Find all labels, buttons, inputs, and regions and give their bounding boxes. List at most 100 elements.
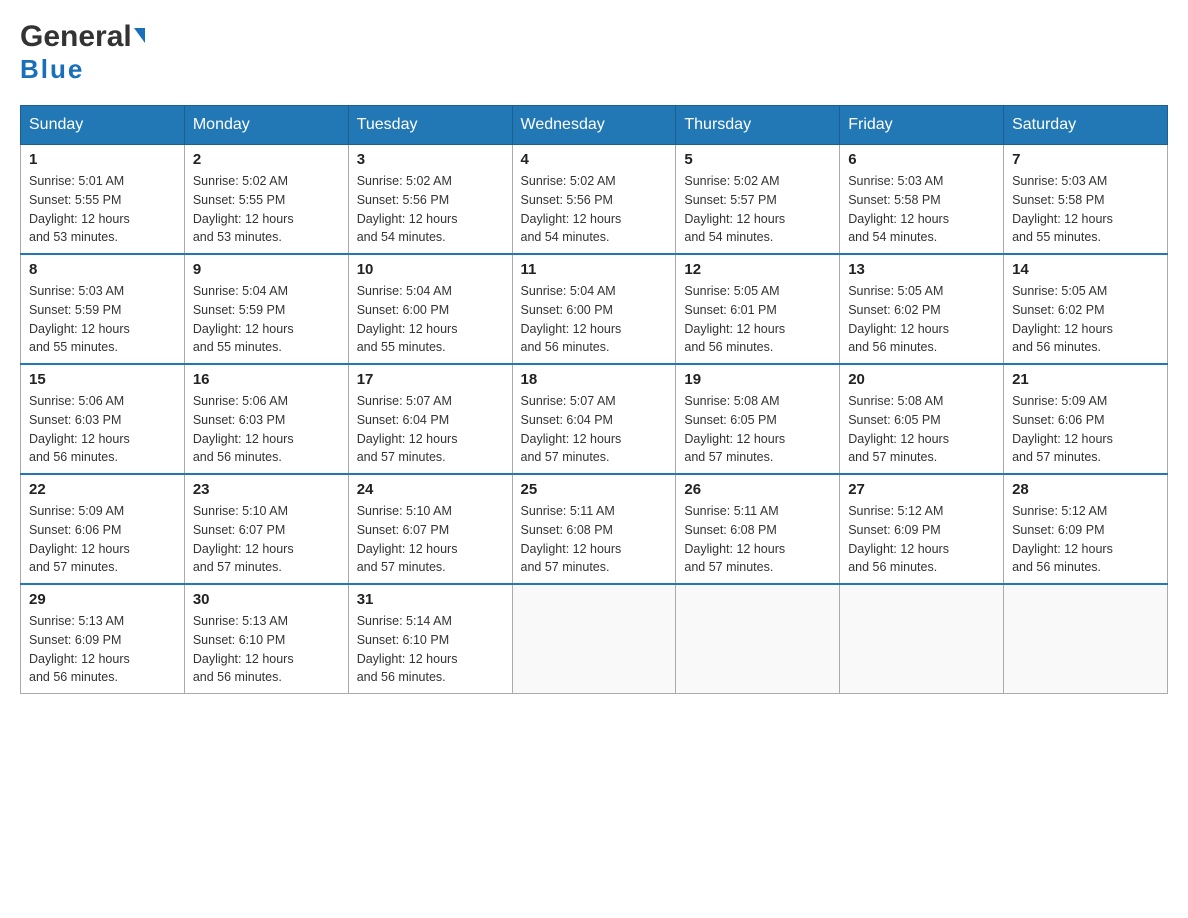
- day-info: Sunrise: 5:05 AMSunset: 6:01 PMDaylight:…: [684, 282, 831, 357]
- day-info: Sunrise: 5:08 AMSunset: 6:05 PMDaylight:…: [684, 392, 831, 467]
- day-info: Sunrise: 5:09 AMSunset: 6:06 PMDaylight:…: [29, 502, 176, 577]
- day-info: Sunrise: 5:03 AMSunset: 5:58 PMDaylight:…: [1012, 172, 1159, 247]
- calendar-day-cell: [676, 584, 840, 694]
- calendar-day-cell: 1Sunrise: 5:01 AMSunset: 5:55 PMDaylight…: [21, 145, 185, 255]
- day-info: Sunrise: 5:11 AMSunset: 6:08 PMDaylight:…: [684, 502, 831, 577]
- calendar-day-cell: 31 Sunrise: 5:14 AMSunset: 6:10 PMDayligh…: [348, 584, 512, 694]
- day-info: Sunrise: 5:08 AMSunset: 6:05 PMDaylight:…: [848, 392, 995, 467]
- day-info: Sunrise: 5:02 AMSunset: 5:56 PMDaylight:…: [357, 172, 504, 247]
- logo-blue-text: Blue: [20, 54, 84, 84]
- day-info: Sunrise: 5:04 AMSunset: 5:59 PMDaylight:…: [193, 282, 340, 357]
- day-info: Sunrise: 5:07 AMSunset: 6:04 PMDaylight:…: [521, 392, 668, 467]
- calendar-day-cell: 12 Sunrise: 5:05 AMSunset: 6:01 PMDayligh…: [676, 254, 840, 364]
- day-number: 17: [357, 371, 504, 388]
- logo-general-text: General: [20, 20, 132, 54]
- calendar-day-cell: 4 Sunrise: 5:02 AMSunset: 5:56 PMDaylight…: [512, 145, 676, 255]
- day-number: 15: [29, 371, 176, 388]
- calendar-day-cell: 3Sunrise: 5:02 AMSunset: 5:56 PMDaylight…: [348, 145, 512, 255]
- day-info: Sunrise: 5:11 AMSunset: 6:08 PMDaylight:…: [521, 502, 668, 577]
- logo: General Blue: [20, 20, 145, 85]
- day-info: Sunrise: 5:03 AMSunset: 5:59 PMDaylight:…: [29, 282, 176, 357]
- day-number: 5: [684, 151, 831, 168]
- day-number: 14: [1012, 261, 1159, 278]
- day-number: 12: [684, 261, 831, 278]
- day-info: Sunrise: 5:06 AMSunset: 6:03 PMDaylight:…: [29, 392, 176, 467]
- calendar-day-cell: [840, 584, 1004, 694]
- day-number: 19: [684, 371, 831, 388]
- weekday-header-wednesday: Wednesday: [512, 106, 676, 145]
- day-number: 4: [521, 151, 668, 168]
- day-info: Sunrise: 5:12 AMSunset: 6:09 PMDaylight:…: [848, 502, 995, 577]
- calendar-day-cell: 9Sunrise: 5:04 AMSunset: 5:59 PMDaylight…: [184, 254, 348, 364]
- day-info: Sunrise: 5:04 AMSunset: 6:00 PMDaylight:…: [357, 282, 504, 357]
- day-number: 29: [29, 591, 176, 608]
- day-info: Sunrise: 5:09 AMSunset: 6:06 PMDaylight:…: [1012, 392, 1159, 467]
- day-number: 30: [193, 591, 340, 608]
- calendar-day-cell: 17Sunrise: 5:07 AMSunset: 6:04 PMDayligh…: [348, 364, 512, 474]
- day-number: 25: [521, 481, 668, 498]
- calendar-week-row: 22 Sunrise: 5:09 AMSunset: 6:06 PMDayligh…: [21, 474, 1168, 584]
- day-number: 10: [357, 261, 504, 278]
- day-info: Sunrise: 5:10 AMSunset: 6:07 PMDaylight:…: [357, 502, 504, 577]
- calendar-day-cell: 7 Sunrise: 5:03 AMSunset: 5:58 PMDaylight…: [1004, 145, 1168, 255]
- page-header: General Blue: [20, 20, 1168, 85]
- day-number: 28: [1012, 481, 1159, 498]
- weekday-header-tuesday: Tuesday: [348, 106, 512, 145]
- day-number: 16: [193, 371, 340, 388]
- calendar-day-cell: 22 Sunrise: 5:09 AMSunset: 6:06 PMDayligh…: [21, 474, 185, 584]
- day-info: Sunrise: 5:10 AMSunset: 6:07 PMDaylight:…: [193, 502, 340, 577]
- day-info: Sunrise: 5:13 AMSunset: 6:10 PMDaylight:…: [193, 612, 340, 687]
- calendar-table: SundayMondayTuesdayWednesdayThursdayFrid…: [20, 105, 1168, 694]
- calendar-week-row: 8 Sunrise: 5:03 AMSunset: 5:59 PMDaylight…: [21, 254, 1168, 364]
- day-number: 1: [29, 151, 176, 168]
- day-info: Sunrise: 5:13 AMSunset: 6:09 PMDaylight:…: [29, 612, 176, 687]
- calendar-day-cell: 15 Sunrise: 5:06 AMSunset: 6:03 PMDayligh…: [21, 364, 185, 474]
- day-info: Sunrise: 5:03 AMSunset: 5:58 PMDaylight:…: [848, 172, 995, 247]
- weekday-header-thursday: Thursday: [676, 106, 840, 145]
- logo-triangle-icon: [134, 28, 145, 43]
- day-number: 24: [357, 481, 504, 498]
- day-number: 8: [29, 261, 176, 278]
- day-number: 7: [1012, 151, 1159, 168]
- calendar-day-cell: 13Sunrise: 5:05 AMSunset: 6:02 PMDayligh…: [840, 254, 1004, 364]
- day-info: Sunrise: 5:02 AMSunset: 5:57 PMDaylight:…: [684, 172, 831, 247]
- day-number: 22: [29, 481, 176, 498]
- calendar-day-cell: 29 Sunrise: 5:13 AMSunset: 6:09 PMDayligh…: [21, 584, 185, 694]
- day-number: 31: [357, 591, 504, 608]
- calendar-day-cell: 5 Sunrise: 5:02 AMSunset: 5:57 PMDaylight…: [676, 145, 840, 255]
- day-info: Sunrise: 5:02 AMSunset: 5:55 PMDaylight:…: [193, 172, 340, 247]
- day-info: Sunrise: 5:06 AMSunset: 6:03 PMDaylight:…: [193, 392, 340, 467]
- weekday-header-saturday: Saturday: [1004, 106, 1168, 145]
- calendar-day-cell: 14Sunrise: 5:05 AMSunset: 6:02 PMDayligh…: [1004, 254, 1168, 364]
- calendar-day-cell: 28Sunrise: 5:12 AMSunset: 6:09 PMDayligh…: [1004, 474, 1168, 584]
- calendar-day-cell: 6Sunrise: 5:03 AMSunset: 5:58 PMDaylight…: [840, 145, 1004, 255]
- day-number: 21: [1012, 371, 1159, 388]
- day-info: Sunrise: 5:04 AMSunset: 6:00 PMDaylight:…: [521, 282, 668, 357]
- calendar-week-row: 1Sunrise: 5:01 AMSunset: 5:55 PMDaylight…: [21, 145, 1168, 255]
- calendar-day-cell: 26 Sunrise: 5:11 AMSunset: 6:08 PMDayligh…: [676, 474, 840, 584]
- weekday-header-friday: Friday: [840, 106, 1004, 145]
- weekday-header-monday: Monday: [184, 106, 348, 145]
- calendar-day-cell: 21 Sunrise: 5:09 AMSunset: 6:06 PMDayligh…: [1004, 364, 1168, 474]
- calendar-day-cell: [1004, 584, 1168, 694]
- calendar-day-cell: 24 Sunrise: 5:10 AMSunset: 6:07 PMDayligh…: [348, 474, 512, 584]
- calendar-day-cell: 16 Sunrise: 5:06 AMSunset: 6:03 PMDayligh…: [184, 364, 348, 474]
- calendar-day-cell: 19 Sunrise: 5:08 AMSunset: 6:05 PMDayligh…: [676, 364, 840, 474]
- calendar-week-row: 15 Sunrise: 5:06 AMSunset: 6:03 PMDayligh…: [21, 364, 1168, 474]
- day-number: 23: [193, 481, 340, 498]
- day-number: 26: [684, 481, 831, 498]
- calendar-day-cell: 11 Sunrise: 5:04 AMSunset: 6:00 PMDayligh…: [512, 254, 676, 364]
- day-number: 11: [521, 261, 668, 278]
- calendar-day-cell: 10 Sunrise: 5:04 AMSunset: 6:00 PMDayligh…: [348, 254, 512, 364]
- calendar-day-cell: 8 Sunrise: 5:03 AMSunset: 5:59 PMDaylight…: [21, 254, 185, 364]
- day-number: 20: [848, 371, 995, 388]
- day-number: 27: [848, 481, 995, 498]
- calendar-week-row: 29 Sunrise: 5:13 AMSunset: 6:09 PMDayligh…: [21, 584, 1168, 694]
- calendar-day-cell: 20 Sunrise: 5:08 AMSunset: 6:05 PMDayligh…: [840, 364, 1004, 474]
- weekday-header-row: SundayMondayTuesdayWednesdayThursdayFrid…: [21, 106, 1168, 145]
- day-info: Sunrise: 5:14 AMSunset: 6:10 PMDaylight:…: [357, 612, 504, 687]
- calendar-day-cell: [512, 584, 676, 694]
- calendar-day-cell: 18Sunrise: 5:07 AMSunset: 6:04 PMDayligh…: [512, 364, 676, 474]
- day-info: Sunrise: 5:02 AMSunset: 5:56 PMDaylight:…: [521, 172, 668, 247]
- calendar-day-cell: 2Sunrise: 5:02 AMSunset: 5:55 PMDaylight…: [184, 145, 348, 255]
